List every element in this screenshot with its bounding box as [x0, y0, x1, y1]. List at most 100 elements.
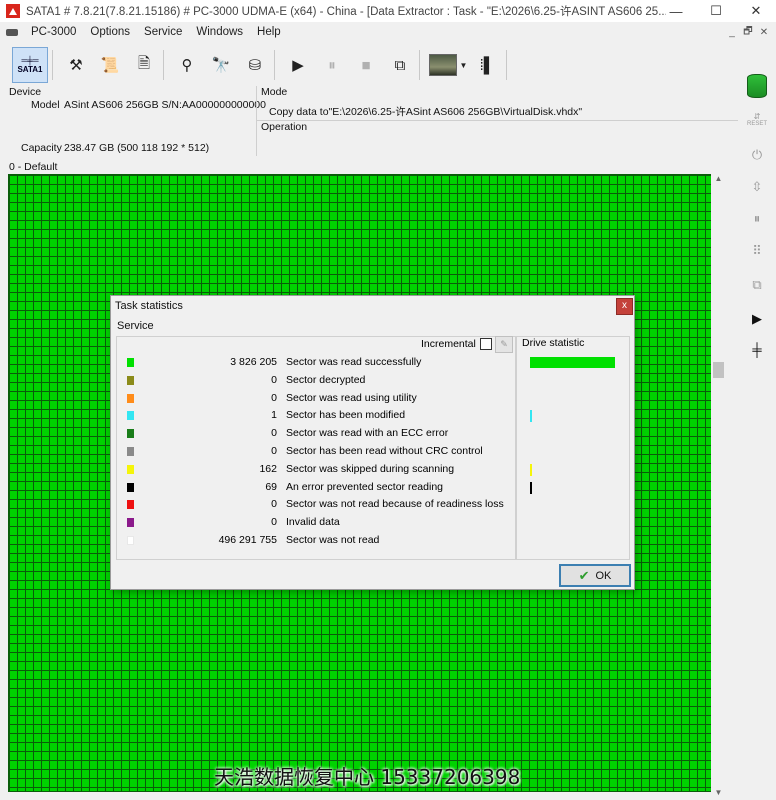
- script-icon[interactable]: 📜: [95, 50, 125, 80]
- image-view-button[interactable]: ▼: [428, 50, 468, 80]
- stat-row: 69 An error prevented sector reading: [117, 480, 516, 497]
- toolbar-separator: [419, 50, 420, 80]
- color-swatch: [127, 464, 134, 474]
- copy-icon[interactable]: ⧉: [385, 50, 415, 80]
- incremental-label: Incremental: [421, 338, 476, 350]
- power-icon[interactable]: ⏻: [742, 142, 772, 168]
- window-controls: — ☐ ✕: [656, 0, 776, 22]
- drive-statistic-bar: [530, 481, 532, 494]
- menu-service[interactable]: Service: [137, 26, 189, 38]
- stat-row: 0 Sector has been read without CRC contro…: [117, 444, 516, 461]
- stat-count: 3 826 205: [230, 356, 277, 368]
- stat-description: Sector has been modified: [286, 409, 406, 422]
- title-bar: SATA1 # 7.8.21(7.8.21.15186) # PC-3000 U…: [0, 0, 776, 22]
- sector-editor-icon[interactable]: 🗎: [129, 50, 159, 80]
- map-tab-label[interactable]: 0 - Default: [9, 161, 57, 173]
- marker-icon[interactable]: ⁞▌: [472, 50, 502, 80]
- stat-count: 0: [271, 373, 277, 386]
- stat-count: 0: [271, 498, 277, 511]
- color-swatch: [127, 358, 134, 367]
- scroll-thumb[interactable]: [713, 362, 724, 378]
- sata-port-button[interactable]: ═╪═ SATA1: [12, 47, 48, 83]
- sata-port-label: SATA1: [17, 65, 43, 74]
- mode-value: Copy data to"E:\2026\6.25-许ASint AS606 2…: [269, 106, 583, 118]
- stat-row: 1 Sector has been modified: [117, 408, 516, 425]
- stat-count: 69: [265, 480, 277, 493]
- close-button[interactable]: ✕: [736, 0, 776, 22]
- binoculars-icon[interactable]: 🔭: [206, 50, 236, 80]
- dropdown-arrow-icon: ▼: [459, 60, 468, 70]
- toolbar-separator: [163, 50, 164, 80]
- model-label: Model: [31, 99, 60, 111]
- scroll-down-icon[interactable]: ▼: [711, 788, 726, 800]
- vertical-arrows-icon[interactable]: ⇳: [742, 174, 772, 200]
- image-preview-icon: [428, 54, 457, 76]
- map-scrollbar[interactable]: ▲ ▼: [711, 174, 726, 800]
- stat-row: 0 Sector decrypted: [117, 373, 516, 390]
- divider: [256, 120, 738, 121]
- ok-label: OK: [595, 569, 612, 582]
- dialog-title: Task statistics: [115, 300, 183, 312]
- ok-button[interactable]: ✔ OK: [559, 564, 631, 587]
- play-side-icon[interactable]: ▶: [742, 306, 772, 332]
- statistics-panel: Incremental ✎ 3 826 205 Sector was read s…: [116, 336, 517, 560]
- stat-count: 0: [271, 391, 277, 404]
- sata-connector-icon: ═╪═: [21, 56, 39, 65]
- mdi-close-button[interactable]: ✕: [756, 27, 772, 38]
- menu-help[interactable]: Help: [250, 26, 288, 38]
- stat-description: An error prevented sector reading: [286, 480, 444, 493]
- stat-row: 496 291 755 Sector was not read: [117, 533, 516, 550]
- tree-icon[interactable]: ⚲: [172, 50, 202, 80]
- stat-description: Sector was read successfully: [286, 356, 422, 368]
- menu-bar: PC-3000 Options Service Windows Help _ 🗗…: [0, 22, 776, 42]
- drive-statistic-bar: [530, 357, 615, 368]
- color-swatch: [127, 429, 134, 439]
- connector-icon[interactable]: ╪: [742, 336, 772, 362]
- operation-section-label: Operation: [261, 121, 308, 133]
- watermark-text: 天浩数据恢复中心 15337206398: [214, 765, 521, 789]
- stat-description: Sector was read using utility: [286, 391, 417, 404]
- menu-pc3000[interactable]: PC-3000: [24, 26, 83, 38]
- database-icon[interactable]: [742, 70, 772, 102]
- drive-statistic-panel: Drive statistic: [515, 336, 630, 560]
- pause-icon[interactable]: ⏸: [317, 50, 347, 80]
- main-toolbar: ═╪═ SATA1 ⚒ 📜 🗎 ⚲ 🔭 ⛁ ▶ ⏸ ■ ⧉ ▼ ⁞▌: [0, 44, 738, 87]
- stat-row: 0 Sector was read using utility: [117, 391, 516, 408]
- color-swatch: [127, 536, 134, 545]
- toolbar-separator: [274, 50, 275, 80]
- stat-description: Sector was not read because of readiness…: [286, 498, 504, 511]
- minimize-button[interactable]: —: [656, 0, 696, 22]
- window-title: SATA1 # 7.8.21(7.8.21.15186) # PC-3000 U…: [26, 6, 666, 18]
- reset-icon[interactable]: ⇵ RESET: [742, 106, 772, 132]
- color-swatch: [127, 482, 134, 492]
- pause-side-icon[interactable]: ⏸: [742, 206, 772, 232]
- scroll-up-icon[interactable]: ▲: [711, 174, 726, 186]
- tools-icon[interactable]: ⚒: [61, 50, 91, 80]
- stat-row: 0 Sector was not read because of readines…: [117, 497, 516, 514]
- checkmark-icon: ✔: [578, 567, 590, 583]
- stat-description: Sector decrypted: [286, 373, 366, 386]
- disk-icon[interactable]: ⛁: [240, 50, 270, 80]
- mdi-minimize-button[interactable]: _: [724, 27, 740, 38]
- toolbar-separator: [506, 50, 507, 80]
- incremental-checkbox[interactable]: [480, 338, 492, 350]
- drive-statistic-bar: [530, 410, 532, 423]
- maximize-button[interactable]: ☐: [696, 0, 736, 22]
- play-icon[interactable]: ▶: [283, 50, 313, 80]
- stat-description: Sector was skipped during scanning: [286, 462, 455, 475]
- stat-count: 0: [271, 445, 277, 457]
- menu-options[interactable]: Options: [83, 26, 137, 38]
- stop-icon[interactable]: ■: [351, 50, 381, 80]
- stat-count: 0: [271, 516, 277, 529]
- dialog-close-button[interactable]: x: [616, 298, 633, 315]
- copy-side-icon[interactable]: ⧉: [742, 272, 772, 298]
- service-label: Service: [117, 320, 154, 332]
- menu-windows[interactable]: Windows: [189, 26, 250, 38]
- device-section-label: Device: [9, 86, 42, 98]
- pencil-icon[interactable]: ✎: [495, 336, 513, 353]
- stat-description: Sector was not read: [286, 534, 380, 546]
- grid-icon[interactable]: ⠿: [742, 238, 772, 264]
- mdi-restore-button[interactable]: 🗗: [740, 24, 756, 41]
- drive-statistic-bar: [530, 463, 532, 476]
- stat-count: 496 291 755: [218, 534, 277, 546]
